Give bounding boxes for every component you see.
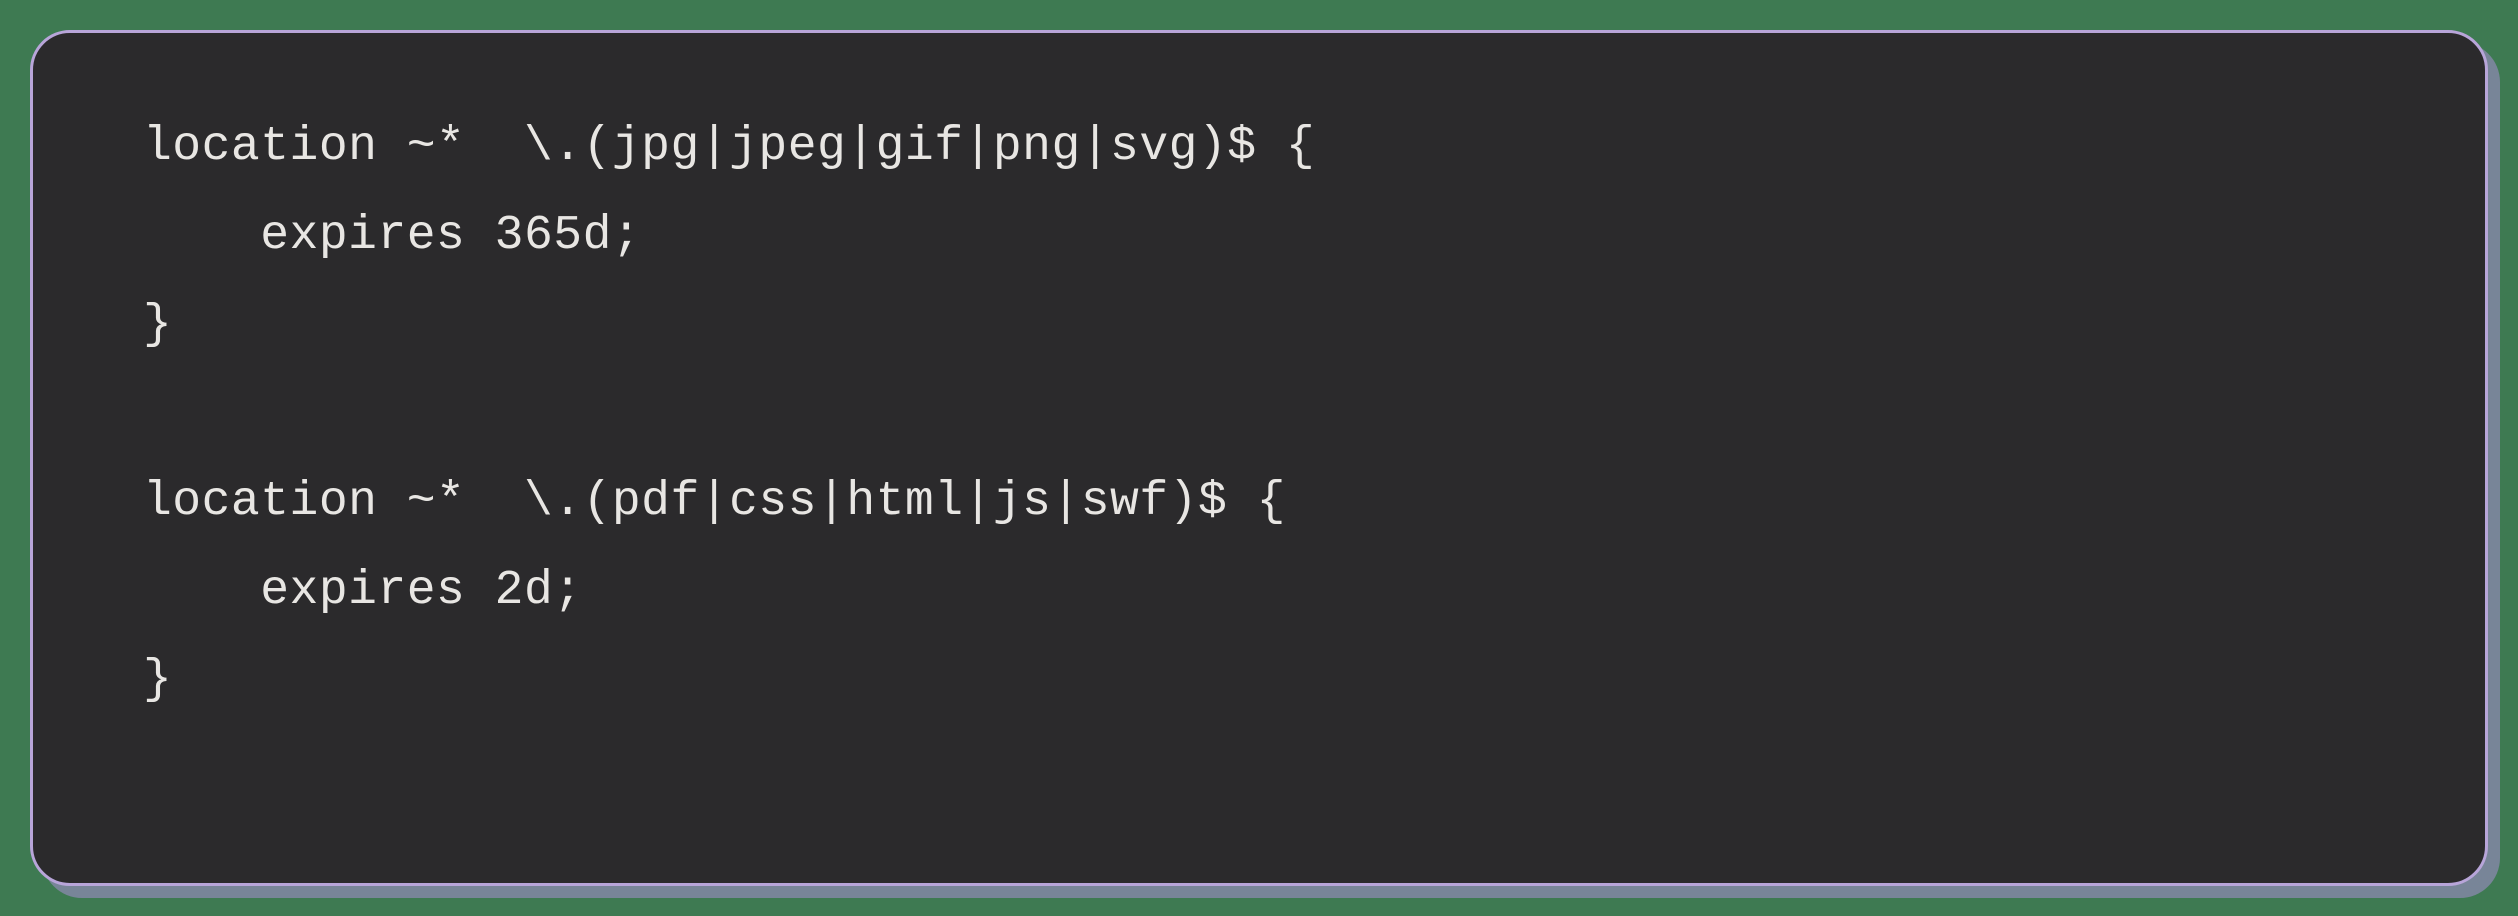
code-line-2: expires 365d; bbox=[143, 209, 641, 263]
code-line-5: location ~* \.(pdf|css|html|js|swf)$ { bbox=[143, 475, 1286, 529]
code-content: location ~* \.(jpg|jpeg|gif|png|svg)$ { … bbox=[143, 103, 2375, 725]
code-line-7: } bbox=[143, 653, 172, 707]
code-line-1: location ~* \.(jpg|jpeg|gif|png|svg)$ { bbox=[143, 120, 1315, 174]
code-block: location ~* \.(jpg|jpeg|gif|png|svg)$ { … bbox=[30, 30, 2488, 886]
code-line-6: expires 2d; bbox=[143, 564, 583, 618]
code-line-3: } bbox=[143, 298, 172, 352]
